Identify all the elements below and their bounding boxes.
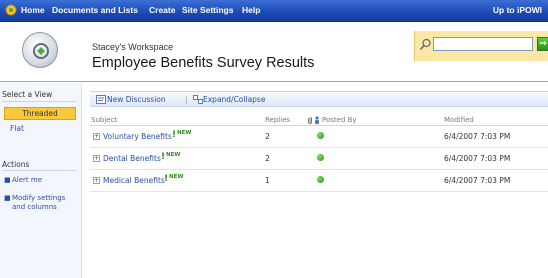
new-tag: NEW	[166, 152, 181, 158]
row-divider	[90, 191, 548, 192]
nav-help-link[interactable]: Help	[242, 5, 260, 15]
presence-icon[interactable]	[317, 154, 324, 161]
expand-icon[interactable]: +	[93, 177, 100, 184]
column-subject[interactable]: Subject	[91, 116, 117, 124]
subject-link[interactable]: Dental Benefits	[103, 154, 161, 163]
search-input[interactable]	[433, 37, 533, 51]
actions-heading: Actions	[2, 160, 30, 169]
new-item-marker: !	[161, 152, 166, 162]
expand-collapse-icon[interactable]	[193, 95, 203, 104]
table-row: + Dental Benefits ! NEW 2 6/4/2007 7:03 …	[90, 148, 548, 170]
top-navigation-bar: Home Documents and Lists Create Site Set…	[0, 0, 548, 22]
replies-count: 2	[265, 154, 270, 163]
alert-me-bullet: ■	[4, 176, 11, 184]
expand-collapse-button[interactable]: Expand/Collapse	[203, 95, 265, 104]
table-row: + Medical Benefits ! NEW 1 6/4/2007 7:03…	[90, 170, 548, 192]
view-threaded[interactable]: Threaded	[4, 107, 76, 120]
column-replies[interactable]: Replies	[265, 116, 290, 124]
site-logo-icon	[22, 32, 58, 68]
new-tag: NEW	[177, 130, 192, 136]
replies-count: 1	[265, 176, 270, 185]
new-discussion-icon[interactable]	[96, 95, 106, 104]
page-title: Employee Benefits Survey Results	[92, 55, 315, 71]
modified-date: 6/4/2007 7:03 PM	[444, 176, 511, 185]
modify-settings-link[interactable]: Modify settings and columns	[12, 194, 76, 212]
nav-site-settings-link[interactable]: Site Settings	[182, 5, 233, 15]
nav-documents-and-lists-link[interactable]: Documents and Lists	[52, 5, 138, 15]
actions-divider	[2, 170, 76, 171]
new-discussion-button[interactable]: New Discussion	[107, 95, 166, 104]
nav-create-link[interactable]: Create	[149, 5, 175, 15]
modified-date: 6/4/2007 7:03 PM	[444, 132, 511, 141]
select-view-heading: Select a View	[2, 90, 53, 99]
subject-link[interactable]: Medical Benefits	[103, 176, 165, 185]
person-icon	[315, 116, 319, 124]
view-divider	[2, 101, 76, 102]
new-item-marker: !	[164, 174, 169, 184]
toolbar-separator: |	[185, 95, 188, 104]
presence-icon[interactable]	[317, 132, 324, 139]
subject-link[interactable]: Voluntary Benefits	[103, 132, 172, 141]
workspace-name: Stacey's Workspace	[92, 42, 174, 52]
nav-home-link[interactable]: Home	[21, 5, 45, 15]
replies-count: 2	[265, 132, 270, 141]
go-arrow-icon[interactable]: →	[537, 37, 548, 51]
up-to-parent-link[interactable]: Up to iPOWI	[493, 5, 542, 15]
table-row: + Voluntary Benefits ! NEW 2 6/4/2007 7:…	[90, 126, 548, 148]
new-item-marker: !	[172, 130, 177, 140]
search-icon	[419, 38, 431, 51]
modified-date: 6/4/2007 7:03 PM	[444, 154, 511, 163]
new-tag: NEW	[169, 174, 184, 180]
expand-icon[interactable]: +	[93, 155, 100, 162]
alert-me-link[interactable]: Alert me	[12, 176, 42, 185]
list-toolbar: New Discussion | Expand/Collapse	[90, 91, 548, 107]
column-posted-by[interactable]: Posted By	[322, 116, 357, 124]
expand-icon[interactable]: +	[93, 133, 100, 140]
presence-icon[interactable]	[317, 176, 324, 183]
column-modified[interactable]: Modified	[444, 116, 474, 124]
home-icon[interactable]	[5, 4, 17, 16]
view-flat[interactable]: Flat	[10, 124, 24, 133]
attachment-icon	[308, 117, 312, 124]
modify-settings-bullet: ■	[4, 194, 11, 202]
